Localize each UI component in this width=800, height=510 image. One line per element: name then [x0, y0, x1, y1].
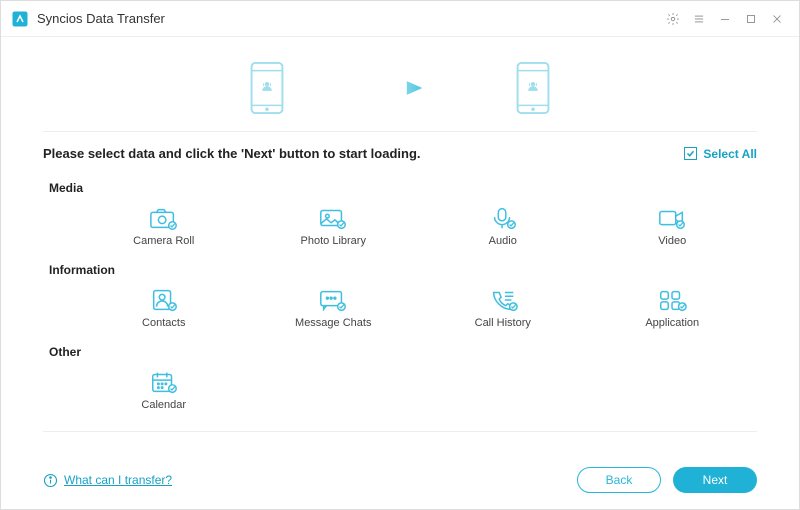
item-video[interactable]: Video [588, 203, 758, 249]
video-icon [657, 205, 687, 231]
maximize-icon [744, 12, 758, 26]
item-message-chats[interactable]: Message Chats [249, 285, 419, 331]
item-label: Photo Library [301, 235, 366, 247]
item-contacts[interactable]: Contacts [79, 285, 249, 331]
item-camera-roll[interactable]: Camera Roll [79, 203, 249, 249]
info-icon [43, 473, 58, 488]
contacts-icon [149, 287, 179, 313]
item-calendar[interactable]: Calendar [79, 367, 249, 413]
app-logo-icon [11, 10, 29, 28]
item-call-history[interactable]: Call History [418, 285, 588, 331]
category-title: Information [43, 263, 757, 277]
item-photo-library[interactable]: Photo Library [249, 203, 419, 249]
message-chats-icon [318, 287, 348, 313]
instruction-text: Please select data and click the 'Next' … [43, 146, 684, 161]
app-window: Syncios Data Transfer [0, 0, 800, 510]
photo-library-icon [318, 205, 348, 231]
close-button[interactable] [765, 7, 789, 31]
item-audio[interactable]: Audio [418, 203, 588, 249]
help-link-label: What can I transfer? [64, 473, 172, 487]
item-label: Application [645, 317, 699, 329]
back-button[interactable]: Back [577, 467, 661, 493]
main-content: Please select data and click the 'Next' … [1, 37, 799, 509]
instruction-row: Please select data and click the 'Next' … [43, 132, 757, 167]
category-title: Other [43, 345, 757, 359]
item-label: Camera Roll [133, 235, 194, 247]
category-other: Other [43, 345, 757, 432]
menu-button[interactable] [687, 7, 711, 31]
select-all-label: Select All [703, 147, 757, 161]
item-label: Contacts [142, 317, 185, 329]
device-row [43, 37, 757, 132]
item-label: Call History [475, 317, 531, 329]
title-bar: Syncios Data Transfer [1, 1, 799, 37]
select-all-checkbox[interactable]: Select All [684, 147, 757, 161]
arrow-right-icon [373, 76, 427, 100]
source-device-icon [247, 61, 287, 115]
application-icon [657, 287, 687, 313]
close-icon [770, 12, 784, 26]
minimize-button[interactable] [713, 7, 737, 31]
camera-roll-icon [149, 205, 179, 231]
target-device-icon [513, 61, 553, 115]
settings-button[interactable] [661, 7, 685, 31]
item-label: Video [658, 235, 686, 247]
checkbox-icon [684, 147, 697, 160]
help-link[interactable]: What can I transfer? [43, 473, 172, 488]
item-label: Calendar [141, 399, 186, 411]
gear-icon [666, 12, 680, 26]
next-button-label: Next [703, 473, 728, 487]
back-button-label: Back [606, 473, 633, 487]
audio-icon [488, 205, 518, 231]
footer: What can I transfer? Back Next [43, 453, 757, 509]
call-history-icon [488, 287, 518, 313]
category-title: Media [43, 181, 757, 195]
minimize-icon [718, 12, 732, 26]
calendar-icon [149, 369, 179, 395]
menu-icon [692, 12, 706, 26]
item-label: Message Chats [295, 317, 371, 329]
category-information: Information Contacts [43, 263, 757, 331]
next-button[interactable]: Next [673, 467, 757, 493]
item-label: Audio [489, 235, 517, 247]
category-media: Media Camera Roll [43, 181, 757, 249]
app-title: Syncios Data Transfer [37, 11, 165, 26]
maximize-button[interactable] [739, 7, 763, 31]
item-application[interactable]: Application [588, 285, 758, 331]
